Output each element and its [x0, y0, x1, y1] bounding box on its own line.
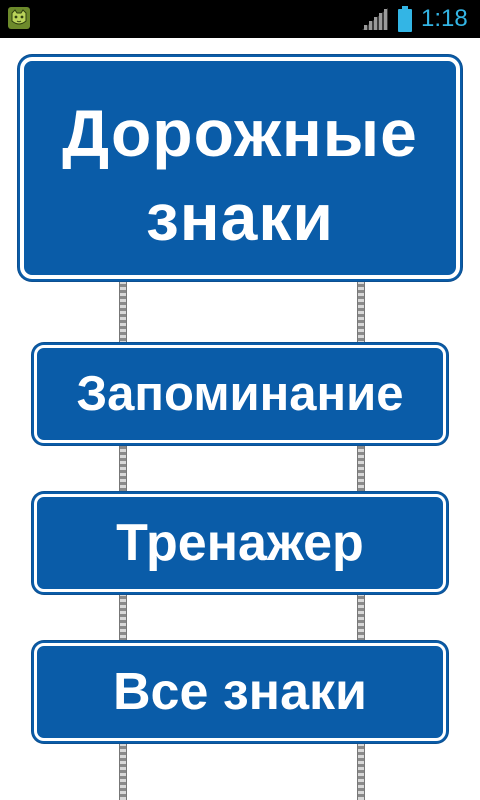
title-line-1: Дорожные [62, 96, 418, 170]
memorize-button-label: Запоминание [76, 367, 404, 421]
cat-face-icon [8, 7, 30, 29]
status-bar: 1:18 [0, 0, 480, 38]
status-clock: 1:18 [421, 5, 468, 32]
trainer-button-label: Тренажер [116, 514, 364, 572]
battery-icon [398, 6, 412, 32]
all-signs-button-label: Все знаки [112, 663, 367, 721]
memorize-button[interactable]: Запоминание [34, 345, 446, 443]
signal-bars-icon [362, 8, 388, 30]
all-signs-button[interactable]: Все знаки [34, 643, 446, 741]
title-line-2: знаки [146, 180, 334, 254]
title-sign: Дорожные знаки [20, 57, 460, 279]
trainer-button[interactable]: Тренажер [34, 494, 446, 592]
